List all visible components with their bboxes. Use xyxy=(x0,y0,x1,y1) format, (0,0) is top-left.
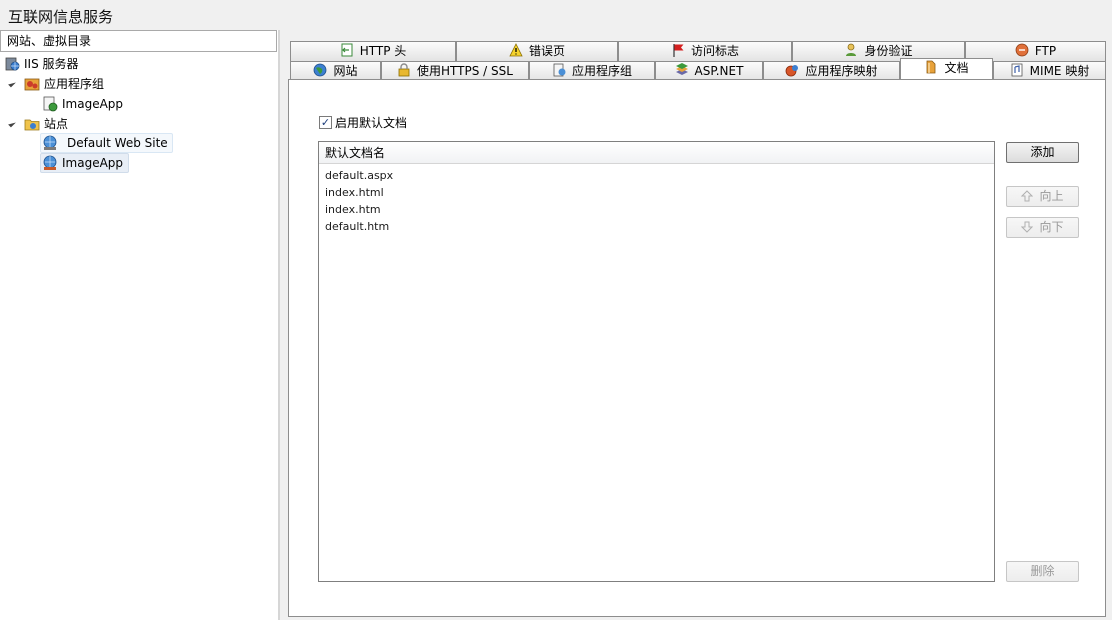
tree-item-iis-server[interactable]: IIS 服务器 xyxy=(4,54,204,74)
http-header-icon xyxy=(341,43,353,57)
delete-button-label: 删除 xyxy=(1030,564,1055,578)
tab-label: 错误页 xyxy=(528,44,565,58)
tab-http-headers[interactable]: HTTP 头 xyxy=(290,41,456,61)
tab-label: ASP.NET xyxy=(694,64,744,78)
tab-row-front: 网站 使用HTTPS / SSL 应用程序组 ASP.NET 应用程序映射 文档… xyxy=(290,58,1106,81)
tab-label: MIME 映射 xyxy=(1029,64,1090,78)
tree-item-label: 站点 xyxy=(44,117,69,131)
tree-item-app-pool-imageapp[interactable]: ImageApp xyxy=(42,94,242,114)
tab-access-flags[interactable]: 访问标志 xyxy=(618,41,792,61)
tab-https-ssl[interactable]: 使用HTTPS / SSL xyxy=(381,61,529,81)
flag-icon xyxy=(673,44,684,57)
tab-app-pool[interactable]: 应用程序组 xyxy=(529,61,655,81)
tab-app-mapping[interactable]: 应用程序映射 xyxy=(763,61,900,81)
tab-label: 网站 xyxy=(333,64,358,78)
move-down-button[interactable]: 向下 xyxy=(1006,217,1079,238)
tree-item-default-web-site[interactable]: Default Web Site xyxy=(40,133,174,153)
tree-item-app-pools[interactable]: 应用程序组 xyxy=(8,74,208,94)
column-header-default-document-name[interactable]: 默认文档名 xyxy=(319,142,994,164)
web-site-icon xyxy=(43,135,57,150)
arrow-up-icon xyxy=(1021,190,1034,202)
tab-mime-mapping[interactable]: MIME 映射 xyxy=(993,61,1106,81)
app-pool-icon xyxy=(553,63,566,77)
tab-label: FTP xyxy=(1034,44,1057,58)
tab-label: 应用程序映射 xyxy=(805,64,878,78)
window-title: 互联网信息服务 xyxy=(8,8,114,26)
sites-folder-icon xyxy=(24,119,40,131)
mapping-icon xyxy=(786,65,799,77)
expand-arrow-icon[interactable] xyxy=(8,119,16,128)
enable-default-document-label: 启用默认文档 xyxy=(335,116,408,130)
arrow-down-icon xyxy=(1021,221,1034,233)
add-button-label: 添加 xyxy=(1030,145,1055,159)
move-down-label: 向下 xyxy=(1039,220,1064,234)
tab-label: 身份验证 xyxy=(864,44,913,58)
warning-icon xyxy=(509,43,523,57)
expand-arrow-icon[interactable] xyxy=(8,79,16,88)
document-icon xyxy=(927,60,936,74)
enable-default-document-checkbox[interactable]: ✓ xyxy=(319,116,332,129)
default-document-list[interactable]: 默认文档名 default.aspx index.html index.htm … xyxy=(318,141,995,582)
tree-item-label: IIS 服务器 xyxy=(24,57,79,71)
delete-button[interactable]: 删除 xyxy=(1006,561,1079,582)
app-icon xyxy=(43,96,58,112)
ftp-icon xyxy=(1015,43,1029,57)
tab-error-pages[interactable]: 错误页 xyxy=(456,41,618,61)
tab-aspnet[interactable]: ASP.NET xyxy=(655,61,763,81)
server-icon xyxy=(5,57,20,71)
window-title-bar: 互联网信息服务 xyxy=(0,0,1112,30)
tree-item-label: ImageApp xyxy=(62,156,124,170)
tab-label: HTTP 头 xyxy=(359,44,407,58)
properties-pane: HTTP 头 错误页 访问标志 身份验证 FTP 网站 使用HTTPS / SS… xyxy=(282,30,1112,620)
tab-documents[interactable]: 文档 xyxy=(900,58,993,81)
tab-label: 访问标志 xyxy=(690,44,739,58)
lock-icon xyxy=(398,63,410,77)
mime-icon xyxy=(1011,63,1023,77)
move-up-button[interactable]: 向上 xyxy=(1006,186,1079,207)
tree-item-sites[interactable]: 站点 xyxy=(8,114,208,134)
tab-label: 应用程序组 xyxy=(571,64,632,78)
tab-web-site[interactable]: 网站 xyxy=(290,61,381,81)
key-user-icon xyxy=(846,43,857,56)
tree-item-site-imageapp[interactable]: ImageApp xyxy=(40,153,130,173)
tab-label: 使用HTTPS / SSL xyxy=(417,64,513,78)
aspnet-icon xyxy=(675,63,688,75)
tree-header: 网站、虚拟目录 xyxy=(0,30,277,52)
tree-item-label: 应用程序组 xyxy=(44,77,105,91)
tree-item-label: Default Web Site xyxy=(67,136,168,150)
tab-label: 文档 xyxy=(944,61,969,75)
list-item[interactable]: default.aspx xyxy=(325,167,393,184)
web-app-icon xyxy=(43,155,57,170)
tree-item-label: ImageApp xyxy=(62,97,124,111)
site-tree-pane: 网站、虚拟目录 IIS 服务器 应用程序组 ImageApp 站点 Defaul… xyxy=(0,30,280,620)
list-item[interactable]: index.htm xyxy=(325,201,381,218)
move-up-label: 向上 xyxy=(1039,189,1064,203)
documents-panel: ✓ 启用默认文档 默认文档名 default.aspx index.html i… xyxy=(288,79,1106,617)
add-button[interactable]: 添加 xyxy=(1006,142,1079,163)
app-pool-icon xyxy=(24,78,40,91)
list-item[interactable]: default.htm xyxy=(325,218,389,235)
list-item[interactable]: index.html xyxy=(325,184,384,201)
globe-icon xyxy=(314,63,327,77)
